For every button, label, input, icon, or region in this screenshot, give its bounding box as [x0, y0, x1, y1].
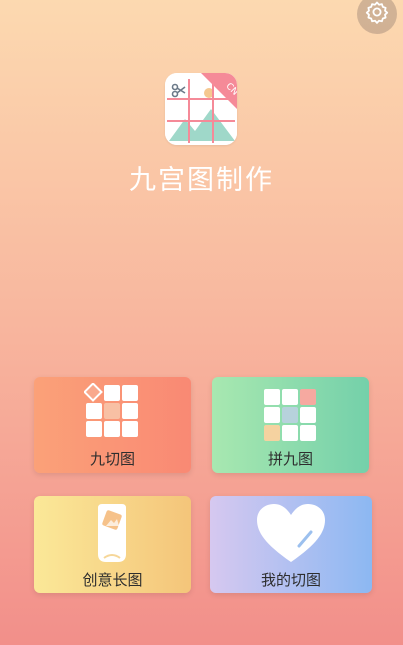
app-logo-icon: CN [165, 73, 237, 145]
settings-button[interactable] [357, 0, 397, 34]
my-cuts-card[interactable]: 我的切图 [210, 496, 372, 593]
join-grid-icon [264, 389, 316, 441]
app-logo: CN [165, 73, 237, 145]
long-image-label: 创意长图 [82, 571, 143, 589]
nine-cut-card[interactable]: 九切图 [34, 377, 191, 473]
join-nine-label: 拼九图 [267, 450, 313, 468]
long-image-card[interactable]: 创意长图 [34, 496, 191, 593]
my-cuts-label: 我的切图 [260, 571, 321, 589]
join-nine-card[interactable]: 拼九图 [212, 377, 369, 473]
nine-cut-label: 九切图 [89, 450, 135, 468]
heart-icon [257, 504, 325, 562]
gear-icon [365, 0, 389, 28]
scroll-image-icon [98, 504, 126, 562]
app-title: 九宫图制作 [129, 165, 274, 196]
nine-grid-icon [84, 383, 138, 437]
